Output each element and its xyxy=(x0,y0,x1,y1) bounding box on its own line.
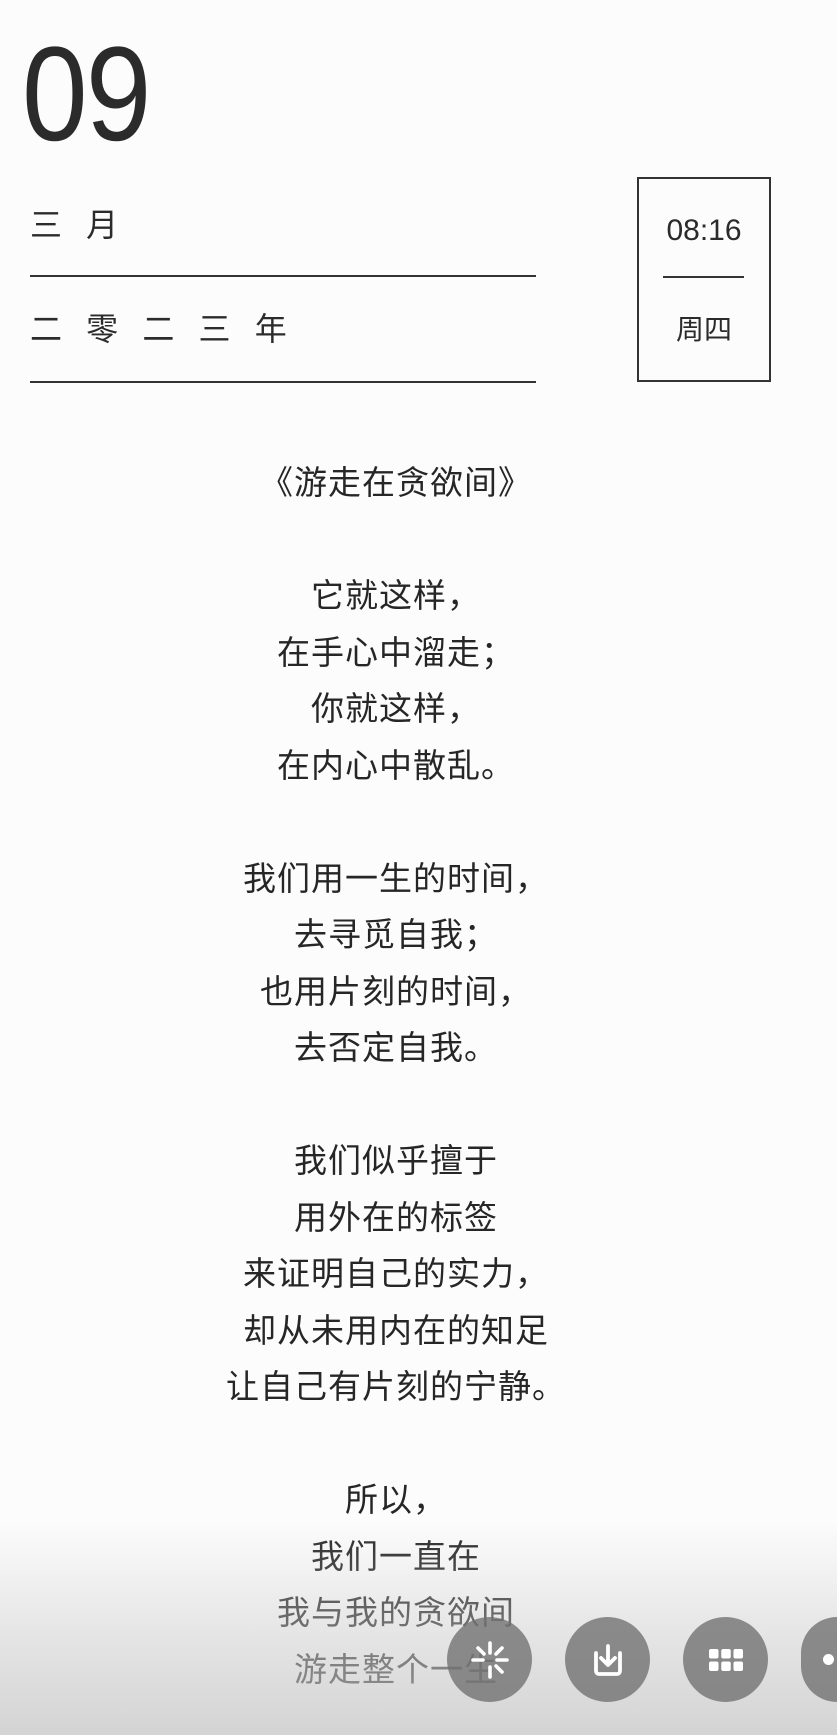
poem-line: 我们似乎擅于 xyxy=(294,1141,498,1180)
year-divider xyxy=(30,381,536,383)
poem-line: 游走整个一生 xyxy=(294,1649,498,1689)
poem-line: 去寻觅自我； xyxy=(294,915,498,954)
month-label: 三 月 xyxy=(30,206,126,244)
clock-box: 08:16 周四 xyxy=(637,177,771,382)
more-icon xyxy=(823,1654,834,1665)
poem-line: 来证明自己的实力， xyxy=(243,1254,549,1293)
poem-stanza-1: 它就这样， 在手心中溜走； 你就这样， 在内心中散乱。 xyxy=(0,568,792,794)
poem-stanza-3: 我们似乎擅于 用外在的标签 来证明自己的实力， 却从未用内在的知足 让自己有片刻… xyxy=(0,1133,792,1416)
poem-line: 让自己有片刻的宁静。 xyxy=(226,1367,566,1406)
sparkle-icon xyxy=(469,1639,511,1681)
month-divider xyxy=(30,275,536,277)
poem-stanza-2: 我们用一生的时间， 去寻觅自我； 也用片刻的时间， 去否定自我。 xyxy=(0,851,792,1077)
poem-title: 《游走在贪欲间》 xyxy=(260,463,532,502)
poem-line: 我们用一生的时间， xyxy=(243,858,549,898)
clock-weekday: 周四 xyxy=(675,313,732,346)
poem-card-viewer: 09 三 月 二 零 二 三 年 08:16 周四 《游走在贪欲间》 它就这样，… xyxy=(0,0,837,1735)
clock-time: 08:16 xyxy=(666,214,742,247)
apps-grid-button[interactable] xyxy=(683,1617,768,1702)
poem-line: 却从未用内在的知足 xyxy=(243,1310,549,1350)
day-number: 09 xyxy=(22,20,151,169)
download-icon xyxy=(588,1640,628,1680)
download-button[interactable] xyxy=(565,1617,650,1702)
poem-line: 我们一直在 xyxy=(311,1536,481,1576)
poem: 《游走在贪欲间》 它就这样， 在手心中溜走； 你就这样， 在内心中散乱。 我们用… xyxy=(0,455,792,1698)
poem-line: 在内心中散乱。 xyxy=(277,745,515,785)
poem-line: 在手心中溜走； xyxy=(277,632,515,672)
poem-line: 它就这样， xyxy=(311,576,481,615)
poem-line: 去否定自我。 xyxy=(294,1028,498,1067)
poem-line: 你就这样， xyxy=(311,689,481,728)
effects-button[interactable] xyxy=(447,1617,532,1702)
poem-line: 用外在的标签 xyxy=(294,1197,498,1237)
poem-line: 也用片刻的时间， xyxy=(260,971,532,1011)
poem-line: 我与我的贪欲间 xyxy=(277,1593,515,1632)
poem-stanza-4: 所以， 我们一直在 我与我的贪欲间 游走整个一生 xyxy=(0,1472,792,1698)
grid-icon xyxy=(705,1639,747,1681)
clock-divider xyxy=(663,276,744,278)
year-label: 二 零 二 三 年 xyxy=(30,310,294,348)
poem-line: 所以， xyxy=(345,1480,447,1519)
more-button[interactable] xyxy=(801,1617,837,1702)
